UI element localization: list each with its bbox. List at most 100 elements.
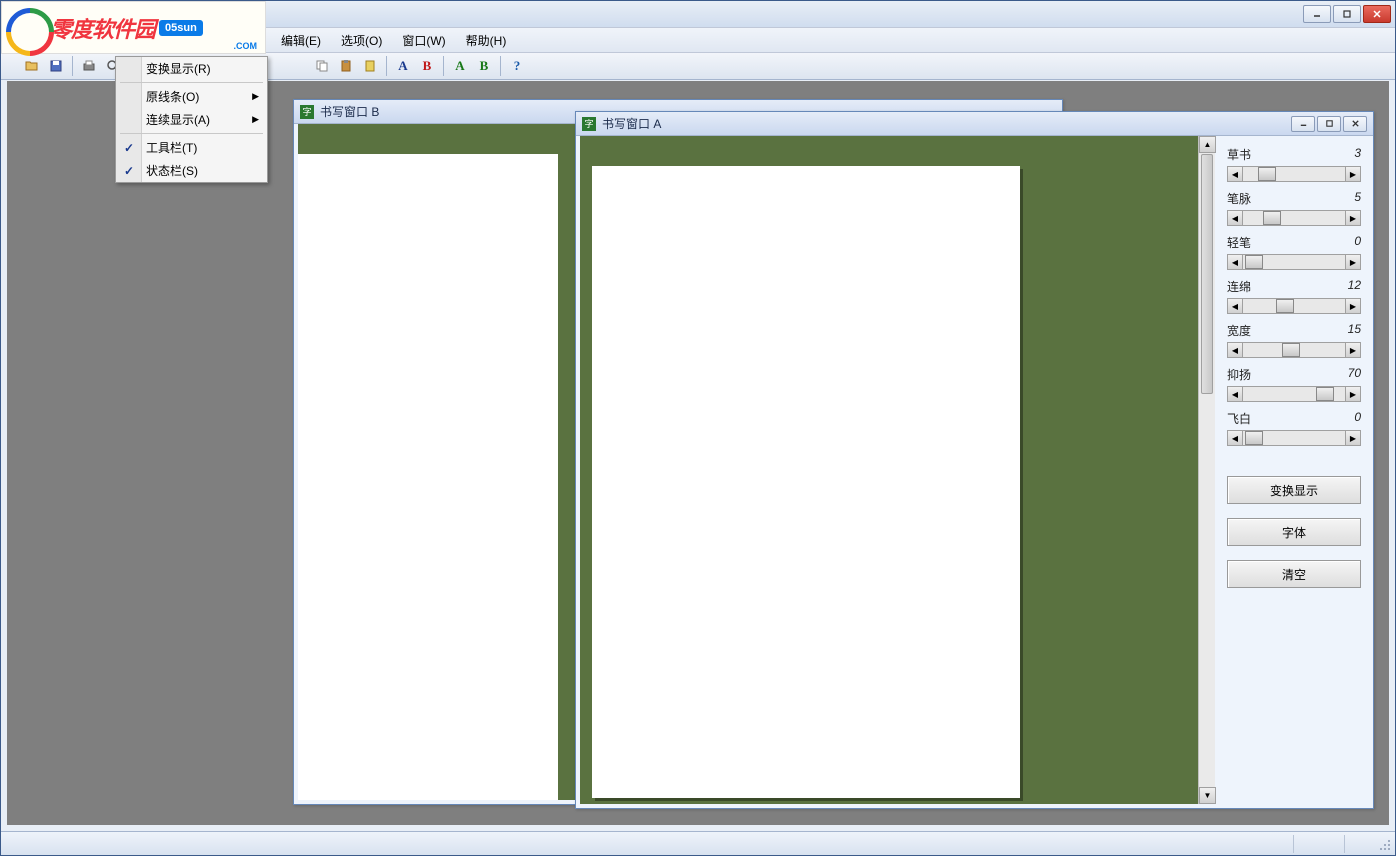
slider-right-button[interactable]: ▶ <box>1345 343 1360 357</box>
window-a-minimize-button[interactable] <box>1291 116 1315 132</box>
slider-right-button[interactable]: ▶ <box>1345 431 1360 445</box>
window-icon: 字 <box>300 105 314 119</box>
slider-right-button[interactable]: ▶ <box>1345 211 1360 225</box>
slider-轻笔: 轻笔0◀▶ <box>1227 234 1361 270</box>
mdi-workspace: 字 书写窗口 B 字 书写窗口 A <box>7 81 1389 825</box>
slider-track[interactable]: ◀▶ <box>1227 430 1361 446</box>
slider-left-button[interactable]: ◀ <box>1228 167 1243 181</box>
slider-value: 70 <box>1348 366 1361 383</box>
canvas-a-page[interactable] <box>592 166 1020 798</box>
minimize-button[interactable] <box>1303 5 1331 23</box>
slider-left-button[interactable]: ◀ <box>1228 299 1243 313</box>
slider-left-button[interactable]: ◀ <box>1228 255 1243 269</box>
slider-thumb[interactable] <box>1245 255 1263 269</box>
slider-抑扬: 抑扬70◀▶ <box>1227 366 1361 402</box>
slider-草书: 草书3◀▶ <box>1227 146 1361 182</box>
slider-left-button[interactable]: ◀ <box>1228 431 1243 445</box>
slider-thumb[interactable] <box>1276 299 1294 313</box>
writing-window-a[interactable]: 字 书写窗口 A ▲ ▼ 草书3◀▶笔脉5◀▶轻笔0 <box>575 111 1374 809</box>
window-a-titlebar[interactable]: 字 书写窗口 A <box>576 112 1373 136</box>
style-a-blue-button[interactable]: A <box>392 55 414 77</box>
maximize-button[interactable] <box>1333 5 1361 23</box>
slider-label: 飞白 <box>1227 410 1251 427</box>
slider-飞白: 飞白0◀▶ <box>1227 410 1361 446</box>
logo-text: 零度软件园 <box>50 12 155 44</box>
print-icon[interactable] <box>78 55 100 77</box>
canvas-a-scrollbar[interactable]: ▲ ▼ <box>1198 136 1215 804</box>
slider-value: 0 <box>1354 410 1361 427</box>
options-dropdown: 变换显示(R) 原线条(O) ▶ 连续显示(A) ▶ ✓ 工具栏(T) ✓ 状态… <box>115 56 268 183</box>
menu-edit[interactable]: 编辑(E) <box>271 28 331 53</box>
slider-left-button[interactable]: ◀ <box>1228 211 1243 225</box>
toolbar-separator <box>386 56 387 76</box>
toolbar-separator <box>500 56 501 76</box>
slider-right-button[interactable]: ▶ <box>1345 167 1360 181</box>
statusbar <box>1 831 1395 855</box>
slider-track[interactable]: ◀▶ <box>1227 342 1361 358</box>
scroll-thumb[interactable] <box>1201 154 1213 394</box>
resize-grip-icon[interactable] <box>1377 837 1391 851</box>
logo-sub: .COM <box>234 41 258 51</box>
dd-statusbar-toggle[interactable]: ✓ 状态栏(S) <box>116 159 267 182</box>
canvas-a[interactable] <box>580 136 1198 804</box>
scroll-down-button[interactable]: ▼ <box>1199 787 1216 804</box>
slider-left-button[interactable]: ◀ <box>1228 387 1243 401</box>
slider-笔脉: 笔脉5◀▶ <box>1227 190 1361 226</box>
slider-track[interactable]: ◀▶ <box>1227 166 1361 182</box>
close-button[interactable] <box>1363 5 1391 23</box>
slider-left-button[interactable]: ◀ <box>1228 343 1243 357</box>
slider-right-button[interactable]: ▶ <box>1345 255 1360 269</box>
slider-right-button[interactable]: ▶ <box>1345 299 1360 313</box>
dd-label: 状态栏(S) <box>146 162 198 179</box>
submenu-arrow-icon: ▶ <box>252 114 259 125</box>
clipboard-icon[interactable] <box>359 55 381 77</box>
copy-icon[interactable] <box>311 55 333 77</box>
main-window: 零度软件园 05sun .COM 编辑(E) 选项(O) 窗口(W) 帮助(H)… <box>0 0 1396 856</box>
slider-thumb[interactable] <box>1263 211 1281 225</box>
slider-label: 轻笔 <box>1227 234 1251 251</box>
slider-value: 5 <box>1354 190 1361 207</box>
dropdown-separator <box>120 82 263 83</box>
check-icon: ✓ <box>124 164 134 178</box>
slider-track[interactable]: ◀▶ <box>1227 254 1361 270</box>
logo-icon <box>6 8 46 48</box>
toolbar-separator <box>443 56 444 76</box>
style-b-red-button[interactable]: B <box>416 55 438 77</box>
panel-button-0[interactable]: 变换显示 <box>1227 476 1361 504</box>
style-a-green-button[interactable]: A <box>449 55 471 77</box>
window-a-title: 书写窗口 A <box>602 115 1291 132</box>
save-icon[interactable] <box>45 55 67 77</box>
dd-transform-display[interactable]: 变换显示(R) <box>116 57 267 80</box>
dd-original-lines[interactable]: 原线条(O) ▶ <box>116 85 267 108</box>
open-icon[interactable] <box>21 55 43 77</box>
slider-value: 3 <box>1354 146 1361 163</box>
canvas-b-page[interactable] <box>298 154 558 800</box>
slider-thumb[interactable] <box>1282 343 1300 357</box>
status-segment <box>1344 835 1345 853</box>
panel-button-1[interactable]: 字体 <box>1227 518 1361 546</box>
slider-track[interactable]: ◀▶ <box>1227 210 1361 226</box>
slider-thumb[interactable] <box>1245 431 1263 445</box>
slider-thumb[interactable] <box>1316 387 1334 401</box>
scroll-up-button[interactable]: ▲ <box>1199 136 1216 153</box>
window-a-close-button[interactable] <box>1343 116 1367 132</box>
window-icon: 字 <box>582 117 596 131</box>
menu-help[interactable]: 帮助(H) <box>456 28 517 53</box>
help-icon[interactable]: ? <box>506 55 528 77</box>
paste-icon[interactable] <box>335 55 357 77</box>
style-b-green-button[interactable]: B <box>473 55 495 77</box>
window-a-maximize-button[interactable] <box>1317 116 1341 132</box>
slider-track[interactable]: ◀▶ <box>1227 298 1361 314</box>
slider-right-button[interactable]: ▶ <box>1345 387 1360 401</box>
slider-track[interactable]: ◀▶ <box>1227 386 1361 402</box>
slider-宽度: 宽度15◀▶ <box>1227 322 1361 358</box>
menu-window[interactable]: 窗口(W) <box>392 28 455 53</box>
slider-thumb[interactable] <box>1258 167 1276 181</box>
dd-toolbar-toggle[interactable]: ✓ 工具栏(T) <box>116 136 267 159</box>
menu-options[interactable]: 选项(O) <box>331 28 392 53</box>
dd-continuous-display[interactable]: 连续显示(A) ▶ <box>116 108 267 131</box>
slider-label: 连绵 <box>1227 278 1251 295</box>
panel-button-2[interactable]: 清空 <box>1227 560 1361 588</box>
dd-label: 原线条(O) <box>146 88 199 105</box>
dd-label: 连续显示(A) <box>146 111 210 128</box>
